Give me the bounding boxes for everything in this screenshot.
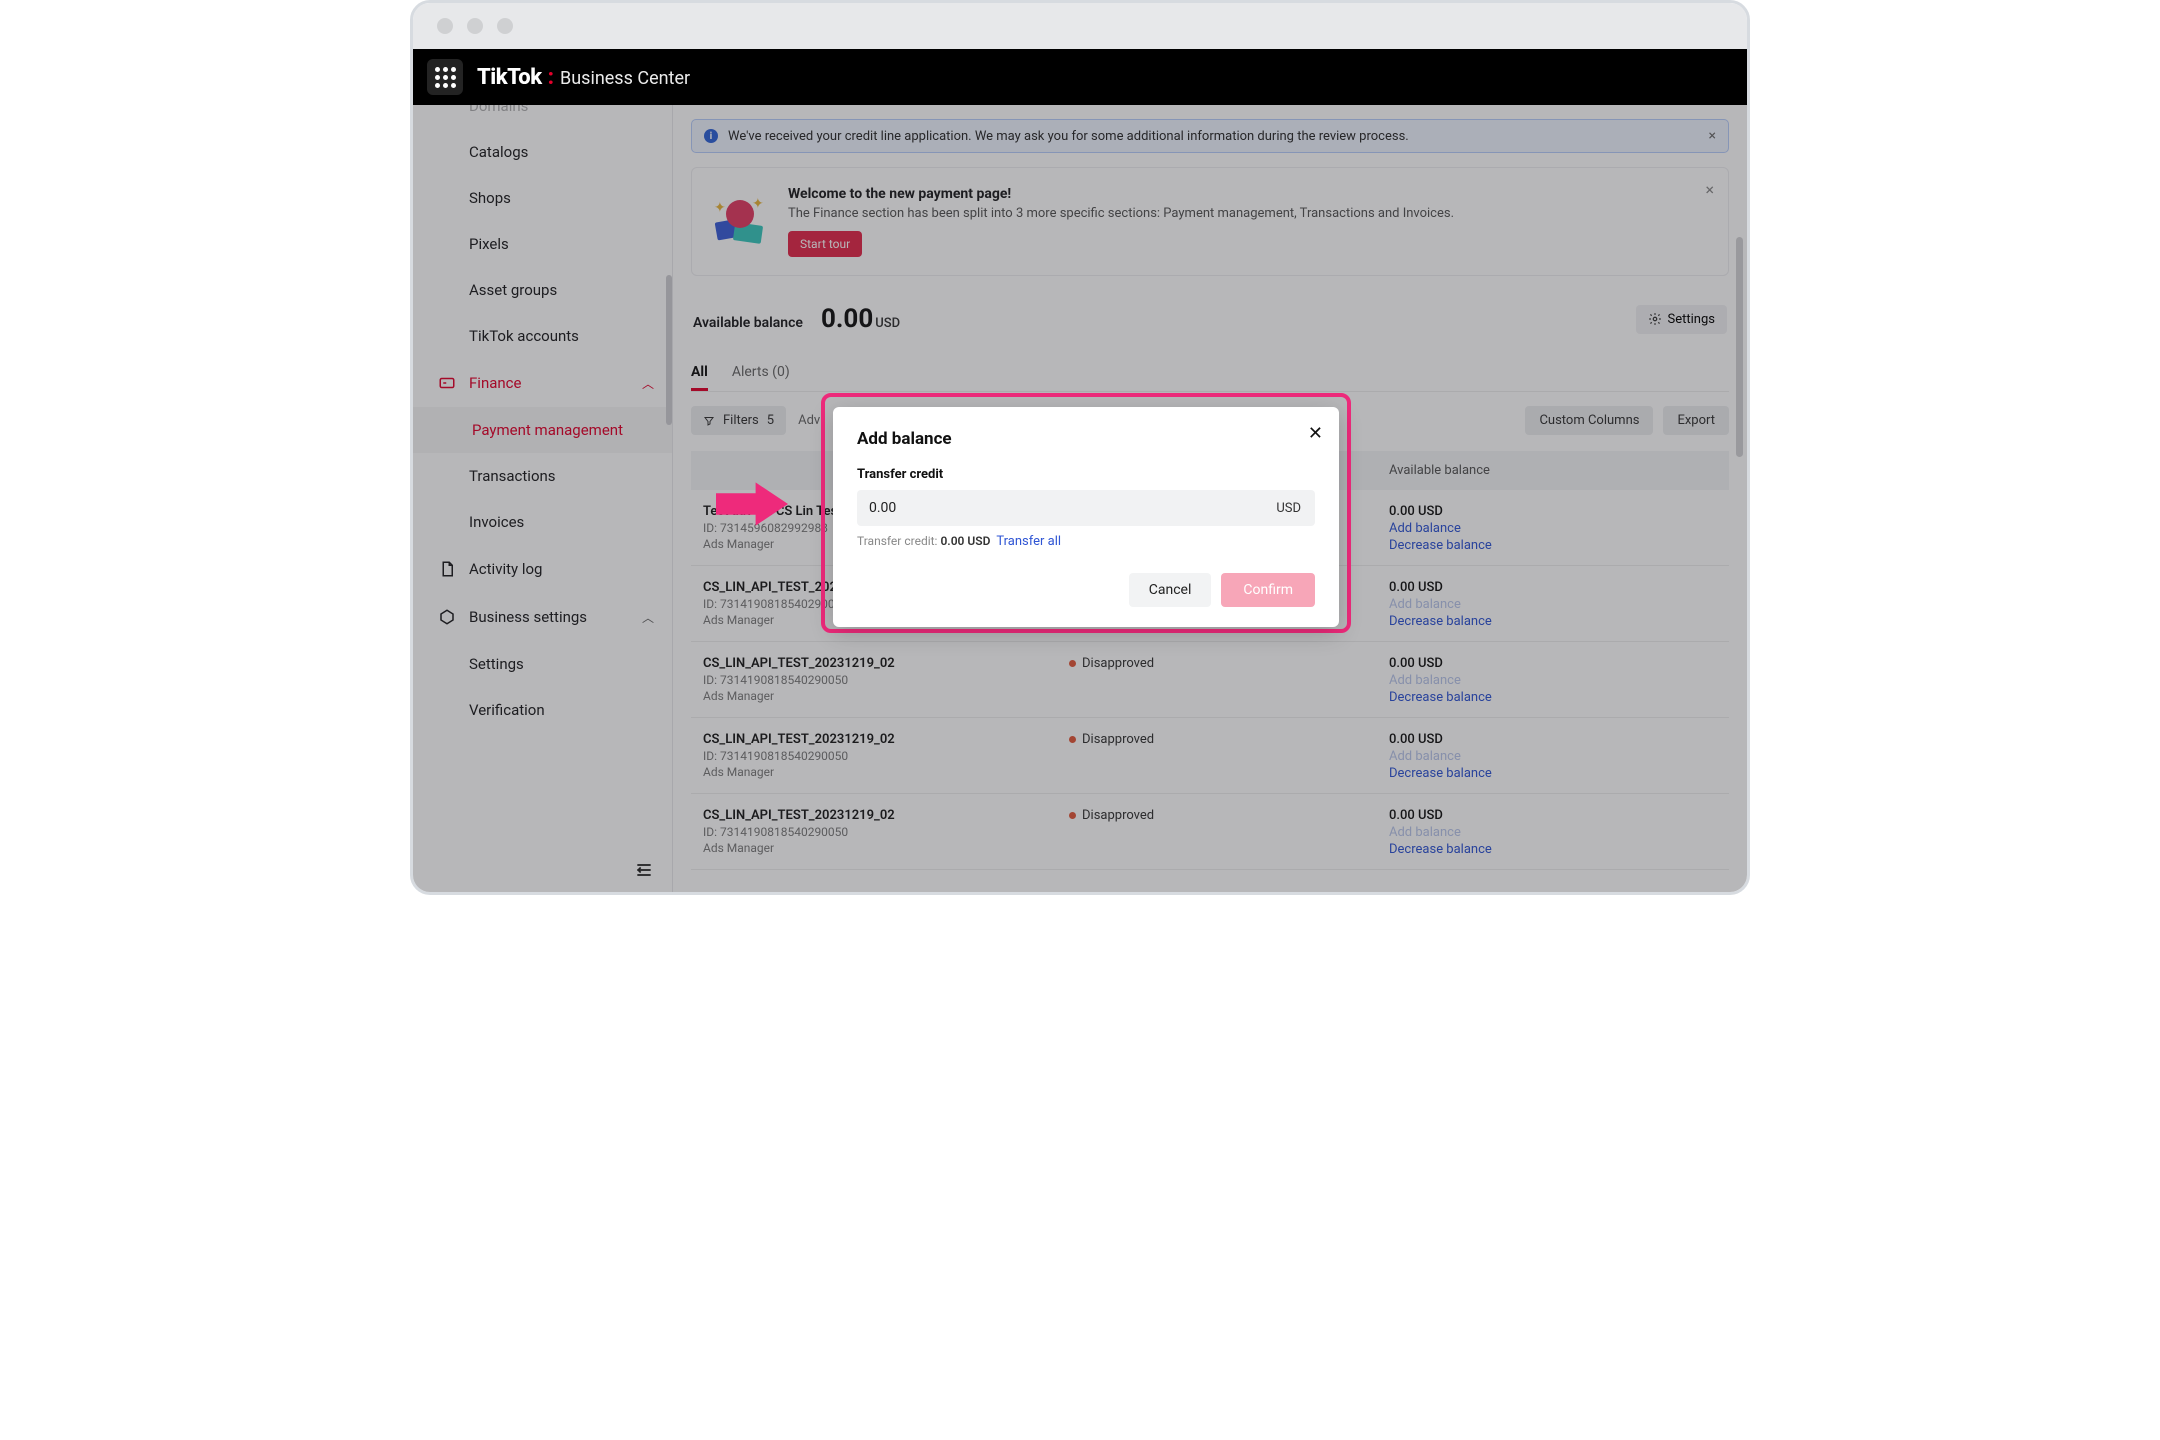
transfer-credit-label: Transfer credit [857, 467, 1315, 482]
transfer-credit-currency: USD [1262, 490, 1315, 526]
dialog-close-button[interactable]: ✕ [1308, 423, 1323, 444]
app-bar: TikTok: Business Center [413, 49, 1747, 105]
apps-grid-icon [435, 67, 456, 88]
brand-bc: Business Center [560, 68, 690, 89]
add-balance-dialog: Add balance ✕ Transfer credit USD Transf… [833, 407, 1339, 627]
apps-grid-button[interactable] [427, 59, 463, 95]
transfer-credit-hint: Transfer credit: 0.00 USD Transfer all [857, 534, 1315, 549]
hint-value: 0.00 USD [940, 534, 990, 548]
window-dot [437, 18, 453, 34]
annotation-arrow-icon [716, 479, 788, 529]
hint-prefix: Transfer credit: [857, 534, 940, 548]
window-dot [497, 18, 513, 34]
browser-frame: TikTok: Business Center Domains Catalogs… [410, 0, 1750, 895]
confirm-button[interactable]: Confirm [1221, 573, 1315, 607]
window-dot [467, 18, 483, 34]
transfer-credit-input[interactable] [857, 490, 1262, 526]
cancel-button[interactable]: Cancel [1129, 573, 1212, 607]
window-titlebar [413, 3, 1747, 49]
brand: TikTok: Business Center [477, 65, 690, 90]
dialog-title: Add balance [857, 429, 1315, 449]
brand-tiktok: TikTok [477, 65, 542, 90]
brand-colon-icon: : [548, 65, 554, 90]
transfer-all-link[interactable]: Transfer all [996, 534, 1061, 549]
